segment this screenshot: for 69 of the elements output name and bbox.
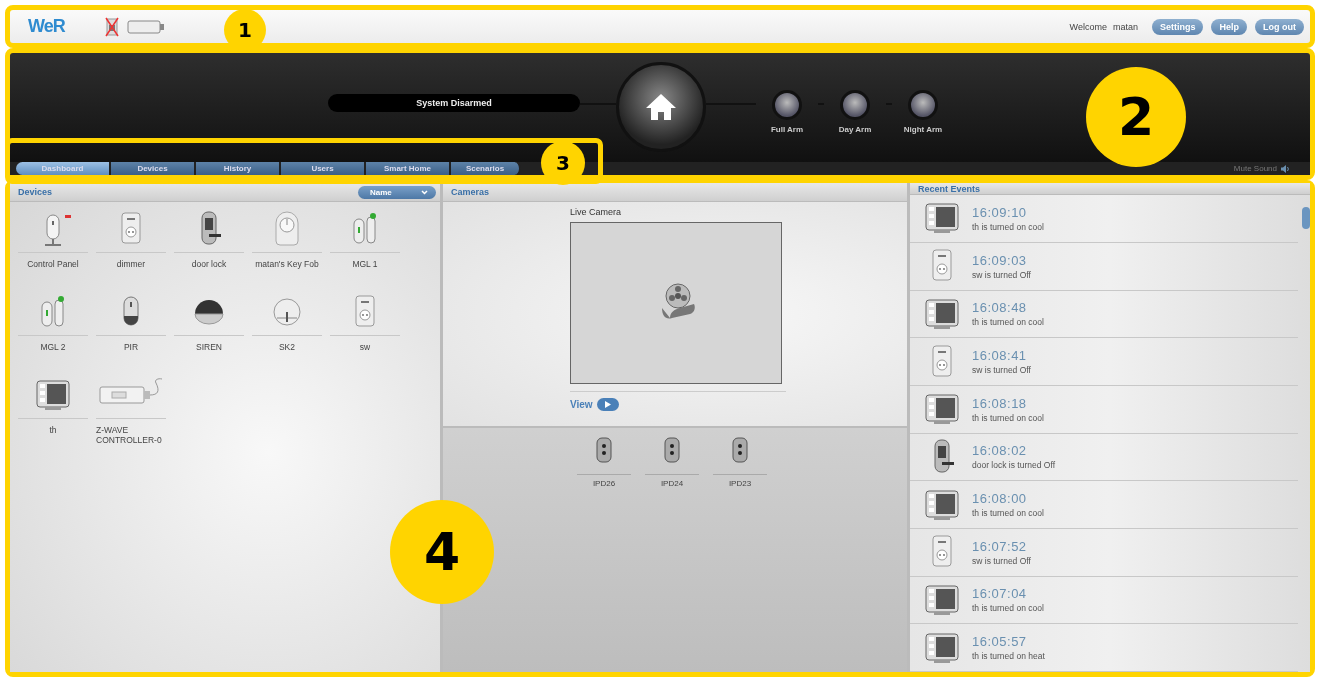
logo: WeR [28,16,65,37]
nav-tab[interactable]: History [196,162,281,175]
arm-mode-button[interactable] [840,90,870,120]
event-time: 16:08:00 [972,491,1028,507]
header-button[interactable]: Settings [1151,18,1204,35]
arm-mode-label: Night Arm [903,125,943,134]
battery-icon [126,18,165,35]
system-status: System Disarmed [328,94,580,112]
event-time: 16:08:41 [972,348,1028,364]
device-name: MGL 1 [351,259,379,271]
device-name: sw [358,342,372,354]
event-time: 16:07:52 [972,538,1028,554]
camera-name: IPD24 [660,479,684,488]
event-text: sw is turned Off [972,365,1031,376]
event-time: 16:09:10 [972,204,1028,220]
device-name: dimmer [115,259,147,271]
arm-mode-button[interactable] [772,90,802,120]
event-text: th is turned on cool [972,508,1044,519]
camera-name: IPD23 [728,479,752,488]
event-text: door lock is turned Off [972,460,1055,471]
speaker-icon [1281,164,1290,173]
event-text: sw is turned Off [972,269,1031,280]
live-camera-label: Live Camera [570,207,622,217]
scrollbar-thumb[interactable] [1302,207,1310,229]
event-text: sw is turned Off [972,555,1031,566]
sort-dropdown[interactable]: Name [358,185,436,199]
camera-name: IPD26 [592,479,616,488]
event-text: th is turned on heat [972,651,1045,662]
device-name: Control Panel [26,259,80,271]
mute-sound-link[interactable]: Mute Sound [1233,164,1290,173]
panel-title: Cameras [451,187,490,197]
nav-tab[interactable]: Smart Home [366,162,451,175]
event-text: th is turned on cool [972,412,1044,423]
welcome-text: Welcome [1069,21,1107,32]
nav-tab[interactable]: Devices [111,162,196,175]
nav-tab[interactable]: Users [281,162,366,175]
header-button[interactable]: Help [1211,18,1247,35]
play-button[interactable] [596,398,619,411]
device-name: matan's Key Fob [254,259,320,271]
device-name: PIR [122,342,140,354]
event-time: 16:05:57 [972,634,1028,650]
device-name: th [48,425,58,437]
home-icon [644,92,678,122]
device-name: Z-WAVE CONTROLLER-0 [96,425,163,447]
event-time: 16:08:48 [972,300,1028,316]
panel-title: Recent Events [918,183,981,194]
device-name: MGL 2 [39,342,67,354]
event-text: th is turned on cool [972,221,1044,232]
event-time: 16:09:03 [972,252,1028,268]
event-text: th is turned on cool [972,603,1044,614]
nav-tab[interactable]: Dashboard [16,162,111,175]
event-time: 16:08:02 [972,443,1028,459]
header-button[interactable]: Log out [1255,18,1304,35]
user-name: matan [1112,21,1138,32]
arm-mode-button[interactable] [908,90,938,120]
event-time: 16:07:04 [972,586,1028,602]
no-signal-icon [104,16,119,37]
event-text: th is turned on cool [972,317,1044,328]
nav-tab[interactable]: Scenarios [451,162,521,175]
device-name: door lock [190,259,228,271]
device-name: SK2 [277,342,297,354]
arm-mode-label: Day Arm [838,125,872,134]
panel-title: Devices [18,187,53,197]
view-link[interactable]: View [570,399,593,410]
device-name: SIREN [195,342,223,354]
event-time: 16:08:18 [972,395,1028,411]
arm-mode-label: Full Arm [770,125,804,134]
play-icon [604,401,611,408]
caret-icon [421,189,428,195]
